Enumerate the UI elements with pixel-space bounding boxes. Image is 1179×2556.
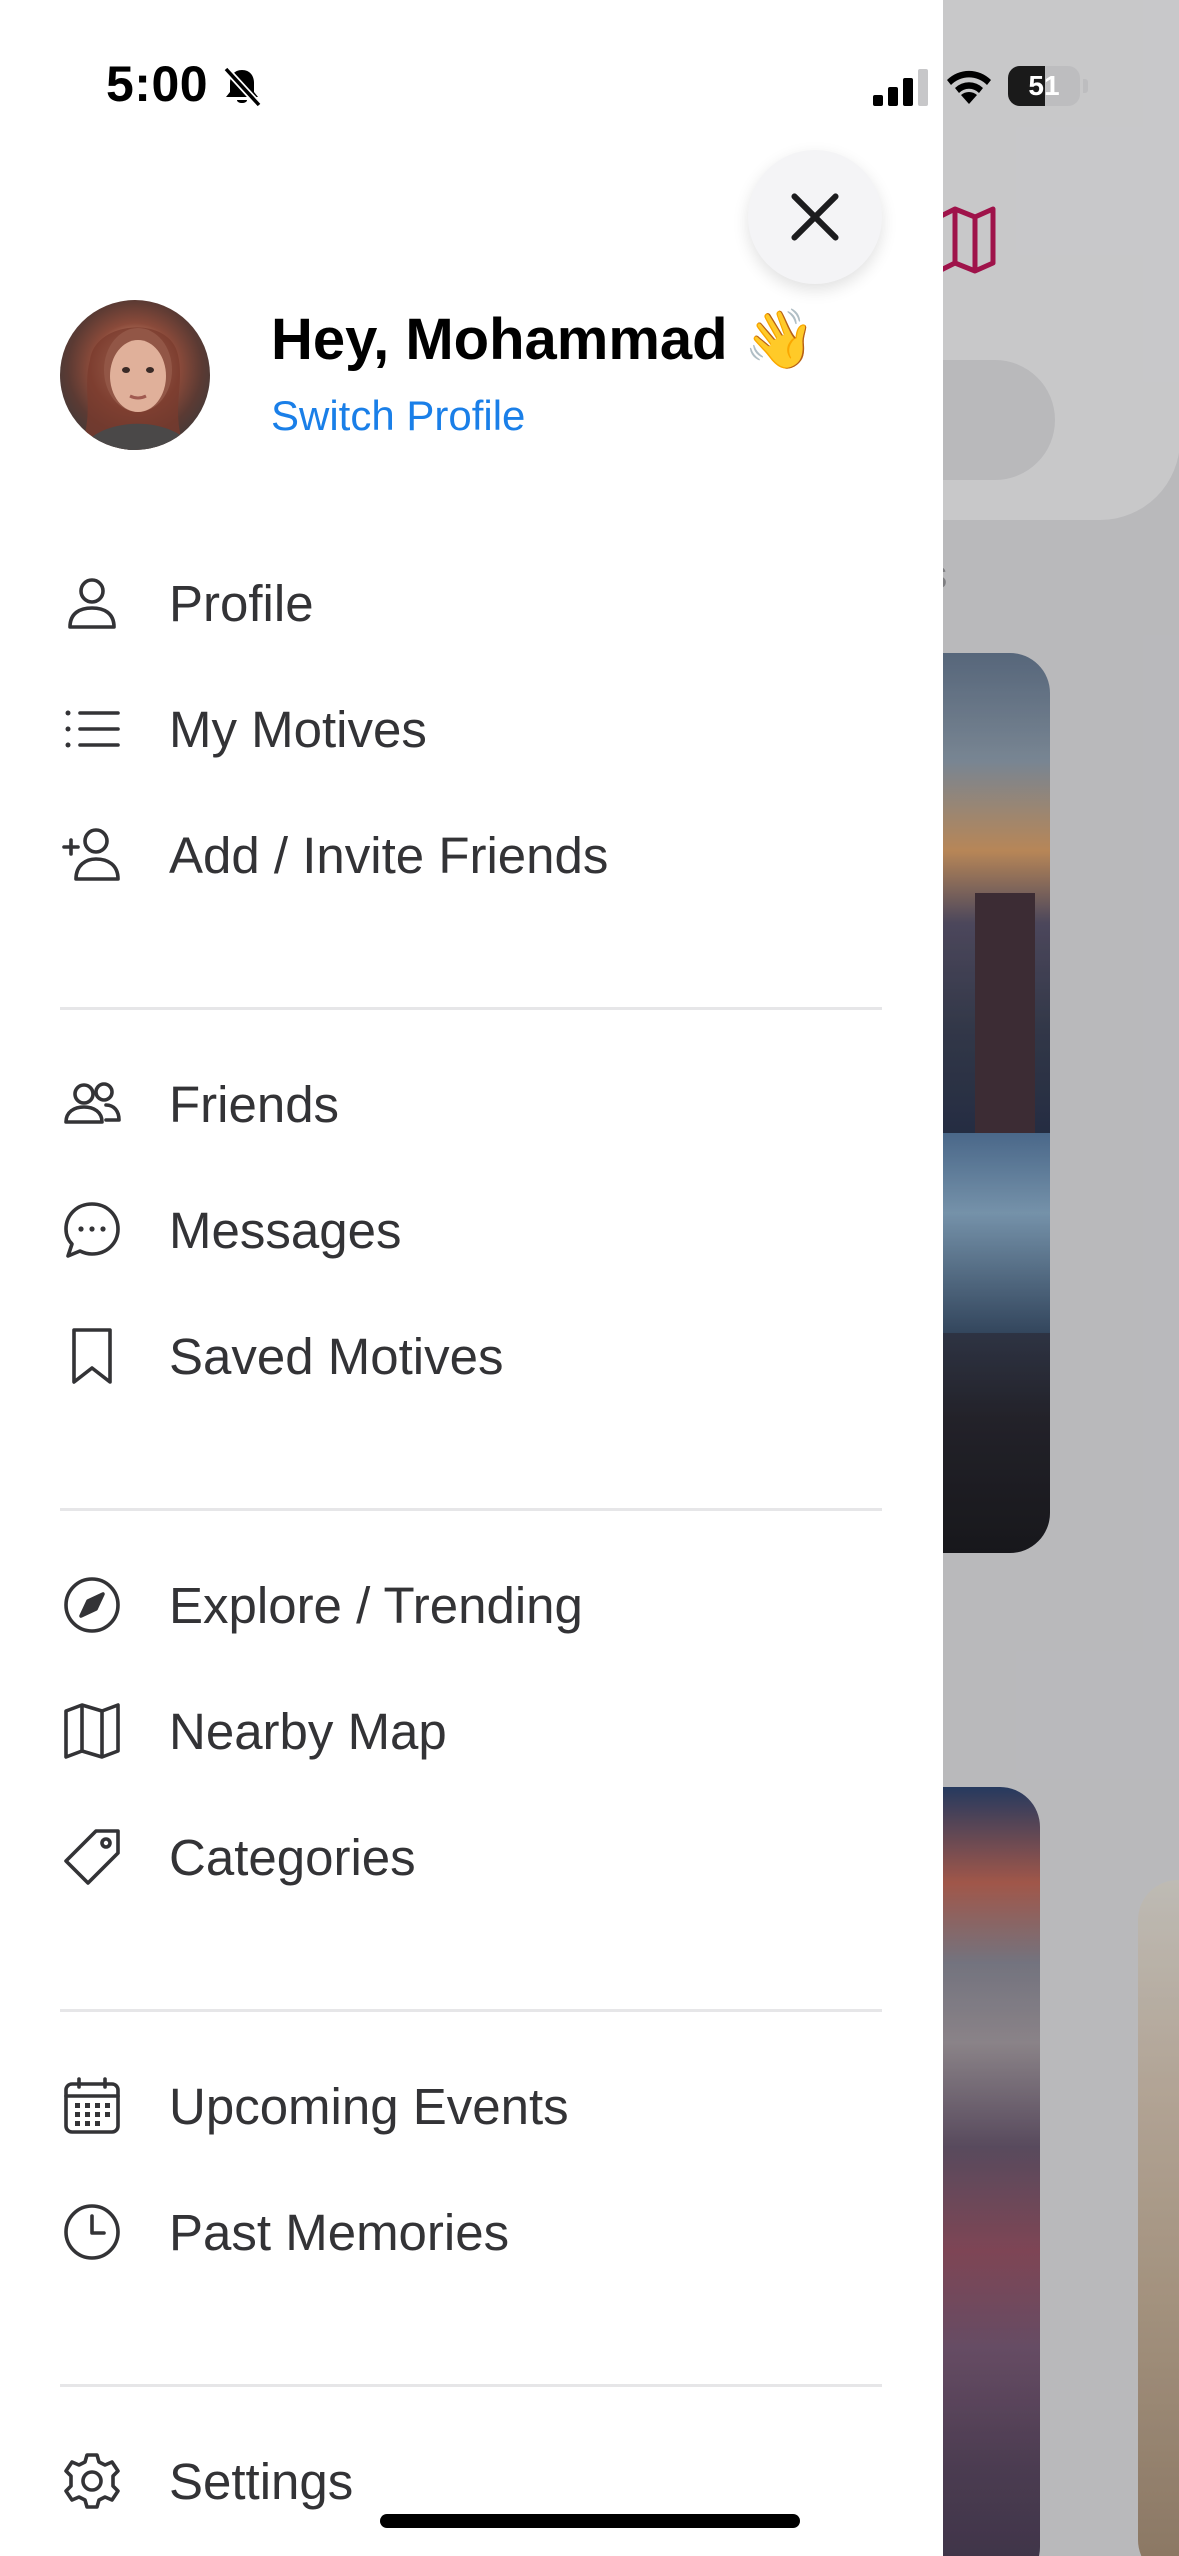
close-button[interactable] xyxy=(748,150,882,284)
menu-item-add-invite-friends[interactable]: Add / Invite Friends xyxy=(60,800,880,910)
menu-item-label: Explore / Trending xyxy=(169,1576,583,1634)
battery-icon: 51 xyxy=(1008,66,1088,106)
cellular-signal-icon xyxy=(873,68,929,106)
battery-level: 51 xyxy=(1028,70,1060,101)
bookmark-icon xyxy=(60,1324,124,1388)
menu-divider xyxy=(60,2009,882,2012)
menu-item-friends[interactable]: Friends xyxy=(60,1049,880,1159)
menu-item-label: Profile xyxy=(169,574,314,632)
greeting-title: Hey, Mohammad 👋 xyxy=(271,307,816,372)
close-icon xyxy=(791,193,839,241)
menu-item-label: Upcoming Events xyxy=(169,2077,569,2135)
menu-item-profile[interactable]: Profile xyxy=(60,548,880,658)
wifi-icon xyxy=(943,66,995,106)
menu-item-past-memories[interactable]: Past Memories xyxy=(60,2177,880,2287)
menu-item-label: Settings xyxy=(169,2452,354,2510)
status-time: 5:00 xyxy=(106,56,209,112)
menu-divider xyxy=(60,1007,882,1010)
add-person-icon xyxy=(60,823,124,887)
menu-item-label: Messages xyxy=(169,1201,402,1259)
person-icon xyxy=(60,571,124,635)
people-icon xyxy=(60,1072,124,1136)
switch-profile-link[interactable]: Switch Profile xyxy=(271,392,525,440)
menu-item-label: Friends xyxy=(169,1075,340,1133)
menu-item-upcoming-events[interactable]: Upcoming Events xyxy=(60,2051,880,2161)
menu-divider xyxy=(60,1508,882,1511)
menu-item-label: My Motives xyxy=(169,700,427,758)
chat-bubble-icon xyxy=(60,1198,124,1262)
menu-item-label: Saved Motives xyxy=(169,1327,504,1385)
tag-icon xyxy=(60,1825,124,1889)
menu-item-explore-trending[interactable]: Explore / Trending xyxy=(60,1550,880,1660)
compass-icon xyxy=(60,1573,124,1637)
status-bar: 5:00 51 xyxy=(0,0,1179,160)
menu-item-label: Past Memories xyxy=(169,2203,510,2261)
menu-item-categories[interactable]: Categories xyxy=(60,1802,880,1912)
map-icon xyxy=(60,1699,124,1763)
gear-icon xyxy=(60,2449,124,2513)
clock-icon xyxy=(60,2200,124,2264)
menu-divider xyxy=(60,2384,882,2387)
menu-item-my-motives[interactable]: My Motives xyxy=(60,674,880,784)
menu-item-nearby-map[interactable]: Nearby Map xyxy=(60,1676,880,1786)
menu-item-label: Nearby Map xyxy=(169,1702,447,1760)
calendar-icon xyxy=(60,2074,124,2138)
list-icon xyxy=(60,697,124,761)
home-indicator[interactable] xyxy=(380,2514,800,2528)
menu-item-saved-motives[interactable]: Saved Motives xyxy=(60,1301,880,1411)
menu-item-messages[interactable]: Messages xyxy=(60,1175,880,1285)
bell-slash-icon xyxy=(222,66,262,108)
menu-item-label: Add / Invite Friends xyxy=(169,826,609,884)
menu-item-label: Categories xyxy=(169,1828,416,1886)
avatar[interactable] xyxy=(60,300,210,450)
